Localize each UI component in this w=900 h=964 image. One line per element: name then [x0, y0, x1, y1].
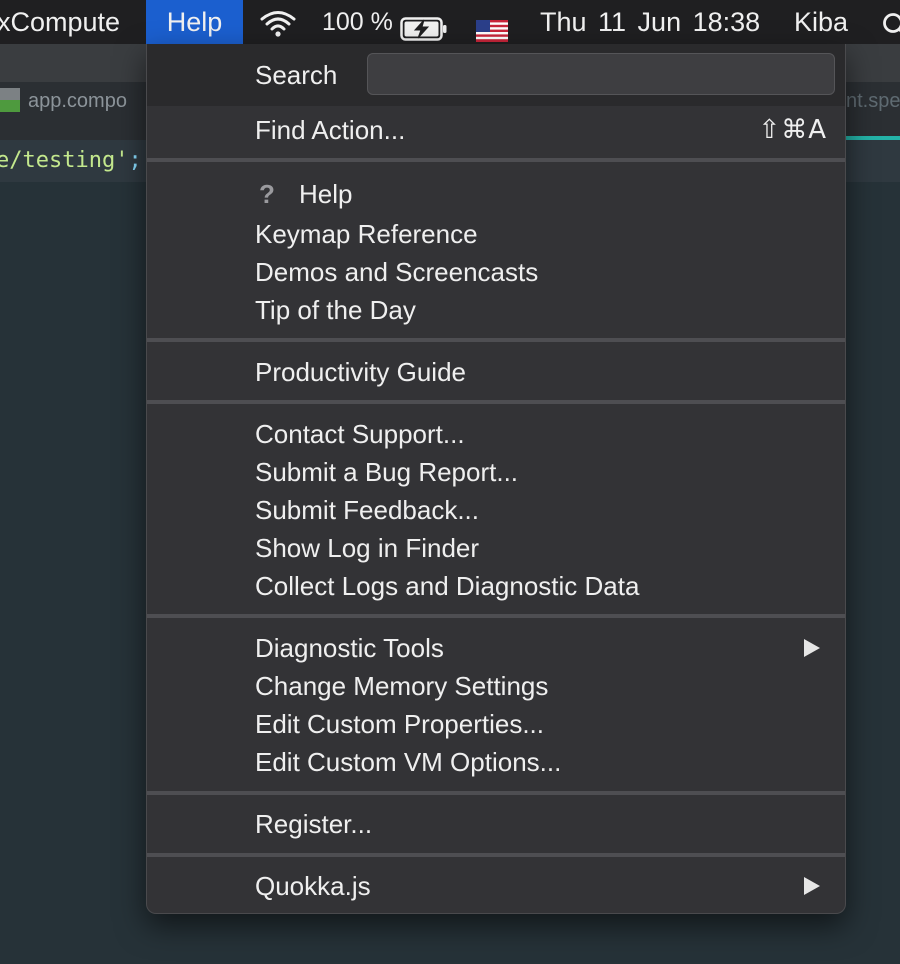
menu-item-diagnostic-tools[interactable]: Diagnostic Tools: [255, 629, 444, 667]
menu-separator: [147, 338, 845, 342]
help-menu-title[interactable]: Help: [146, 0, 243, 44]
menu-item-change-memory-settings[interactable]: Change Memory Settings: [255, 667, 548, 705]
file-icon: [0, 88, 20, 112]
menu-item-show-log-in-finder[interactable]: Show Log in Finder: [255, 529, 479, 567]
menu-separator: [147, 614, 845, 618]
menu-item-help[interactable]: ? Help: [255, 175, 352, 213]
us-flag-icon[interactable]: [476, 11, 508, 42]
menu-bar: xCompute Help 100 % Thu 11 Jun 18:38 Kib…: [0, 0, 900, 44]
menu-item-keymap-reference[interactable]: Keymap Reference: [255, 215, 478, 253]
menu-item-submit-feedback[interactable]: Submit Feedback...: [255, 491, 479, 529]
submenu-arrow-icon: [803, 867, 821, 905]
editor-tab-left-label: app.compo: [28, 90, 127, 112]
menu-separator: [147, 791, 845, 795]
app-menu[interactable]: xCompute: [0, 0, 120, 44]
battery-charging-icon[interactable]: [400, 10, 448, 41]
code-semicolon: ;: [128, 148, 142, 173]
wifi-icon[interactable]: [258, 7, 298, 37]
battery-percent[interactable]: 100 %: [322, 0, 393, 44]
submenu-arrow-icon: [803, 629, 821, 667]
find-action-shortcut: ⇧⌘A: [758, 115, 827, 145]
menu-item-demos-screencasts[interactable]: Demos and Screencasts: [255, 253, 538, 291]
menu-item-find-action[interactable]: Find Action...: [255, 111, 405, 149]
user-name[interactable]: Kiba: [794, 0, 848, 44]
clock[interactable]: Thu 11 Jun 18:38: [540, 0, 760, 44]
menu-separator: [147, 400, 845, 404]
menu-item-quokka[interactable]: Quokka.js: [255, 867, 371, 905]
menu-item-help-label: Help: [299, 179, 353, 209]
menu-item-submit-bug-report[interactable]: Submit a Bug Report...: [255, 453, 518, 491]
code-string: e/testing': [0, 148, 129, 173]
help-menu-dropdown: Search Find Action... ⇧⌘A ? Help Keymap R…: [146, 44, 846, 914]
menu-item-tip-of-the-day[interactable]: Tip of the Day: [255, 291, 416, 329]
menu-separator: [147, 158, 845, 162]
menu-search-label: Search: [255, 60, 338, 90]
menu-item-edit-custom-vm-options[interactable]: Edit Custom VM Options...: [255, 743, 561, 781]
menu-separator: [147, 853, 845, 857]
menu-search-row: Search: [147, 44, 845, 106]
menu-search-input[interactable]: [367, 53, 835, 95]
menu-item-edit-custom-properties[interactable]: Edit Custom Properties...: [255, 705, 544, 743]
question-mark-icon: ?: [259, 179, 275, 209]
editor-tab-right[interactable]: nt.spe: [846, 84, 900, 118]
menu-item-collect-logs[interactable]: Collect Logs and Diagnostic Data: [255, 567, 639, 605]
editor-tab-left[interactable]: app.compo: [0, 84, 127, 118]
spotlight-search-icon[interactable]: [880, 8, 900, 36]
menu-item-register[interactable]: Register...: [255, 805, 372, 843]
menu-item-contact-support[interactable]: Contact Support...: [255, 415, 465, 453]
menu-item-productivity-guide[interactable]: Productivity Guide: [255, 353, 466, 391]
